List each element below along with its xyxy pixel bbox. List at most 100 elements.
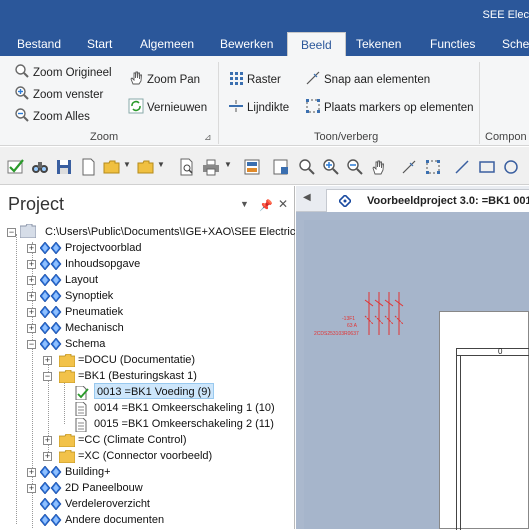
expand-toggle[interactable]: +	[43, 452, 52, 461]
line-icon[interactable]	[453, 158, 471, 176]
tab-algemeen[interactable]: Algemeen	[140, 32, 194, 56]
hand-icon[interactable]	[370, 158, 388, 176]
diamond-icon	[39, 513, 62, 529]
expand-toggle[interactable]: −	[27, 340, 36, 349]
expand-toggle[interactable]: +	[27, 484, 36, 493]
zoom-group-label: Zoom	[90, 131, 119, 143]
diamond-icon	[39, 289, 62, 305]
chevron-left-icon[interactable]: ◀	[303, 192, 311, 203]
expand-toggle[interactable]: +	[27, 260, 36, 269]
rectangle-icon[interactable]	[478, 158, 496, 176]
tree-item[interactable]: Synoptiek	[65, 288, 113, 304]
zoom-window-icon	[15, 86, 29, 100]
binoculars-icon[interactable]	[31, 158, 49, 176]
sheet-frame	[456, 348, 529, 530]
document-tab[interactable]: Voorbeeldproject 3.0: =BK1 001	[326, 189, 529, 212]
tree-item[interactable]: 0014 =BK1 Omkeerschakeling 1 (10)	[94, 400, 275, 416]
tree-item[interactable]: 0015 =BK1 Omkeerschakeling 2 (11)	[94, 416, 274, 432]
expand-toggle[interactable]: +	[27, 468, 36, 477]
snap-button[interactable]: Snap aan elementen	[305, 70, 430, 88]
dropdown-arrow-icon[interactable]: ▼	[123, 160, 131, 169]
component-label: -13F1	[342, 316, 356, 322]
tab-start[interactable]: Start	[87, 32, 112, 56]
expand-toggle[interactable]: −	[7, 228, 16, 237]
print-preview-icon[interactable]	[178, 158, 196, 176]
new-document-icon[interactable]	[79, 158, 97, 176]
expand-toggle[interactable]: +	[27, 244, 36, 253]
vernieuwen-button[interactable]: Vernieuwen	[128, 98, 207, 116]
open-folder-icon[interactable]	[137, 158, 155, 176]
tab-schema[interactable]: Schem	[502, 32, 529, 56]
check-icon[interactable]	[7, 158, 25, 176]
expand-toggle[interactable]: +	[27, 324, 36, 333]
new-page-icon[interactable]	[272, 158, 290, 176]
tree-item[interactable]: Pneumatiek	[65, 304, 123, 320]
tree-item[interactable]: Andere documenten	[65, 512, 164, 528]
ribbon-separator	[218, 62, 219, 144]
zoom-alles-label: Zoom Alles	[33, 111, 90, 123]
document-tab-title: Voorbeeldproject 3.0: =BK1 001	[367, 195, 529, 207]
pin-icon[interactable]: 📌	[259, 199, 273, 212]
tree-item[interactable]: =BK1 (Besturingskast 1)	[78, 368, 197, 384]
tree-item[interactable]: =CC (Climate Control)	[78, 432, 187, 448]
dropdown-arrow-icon[interactable]: ▼	[224, 160, 232, 169]
tree-item[interactable]: Projectvoorblad	[65, 240, 141, 256]
expand-toggle[interactable]: +	[27, 276, 36, 285]
snap-icon[interactable]	[400, 158, 418, 176]
tree-item[interactable]: Verdeleroverzicht	[65, 496, 150, 512]
dropdown-arrow-icon[interactable]: ▼	[157, 160, 165, 169]
zoom-venster-button[interactable]: Zoom venster	[14, 85, 103, 103]
tab-bewerken[interactable]: Bewerken	[220, 32, 273, 56]
tab-tekenen[interactable]: Tekenen	[356, 32, 401, 56]
plaats-markers-button[interactable]: Plaats markers op elementen	[305, 98, 474, 116]
expand-toggle[interactable]: +	[43, 356, 52, 365]
tree-root-path[interactable]: C:\Users\Public\Documents\IGE+XAO\SEE El…	[45, 224, 295, 240]
sheet-ruler	[456, 348, 529, 356]
zoom-pan-button[interactable]: Zoom Pan	[128, 70, 200, 88]
zoom-in-icon[interactable]	[322, 158, 340, 176]
printer-icon[interactable]	[202, 158, 220, 176]
open-folder-icon[interactable]	[103, 158, 121, 176]
tree-item[interactable]: 2D Paneelbouw	[65, 480, 143, 496]
raster-label: Raster	[247, 74, 281, 86]
diamond-icon	[39, 273, 62, 289]
folder-icon	[58, 369, 76, 386]
zoom-icon[interactable]	[298, 158, 316, 176]
expand-toggle[interactable]: −	[43, 372, 52, 381]
tree-item[interactable]: Layout	[65, 272, 98, 288]
diamond-icon	[39, 241, 62, 257]
drawing-canvas[interactable]: -13F1 63 A 2CDS253103R0637 0	[304, 220, 529, 530]
page-setup-icon[interactable]	[243, 158, 261, 176]
zoom-origineel-button[interactable]: Zoom Origineel	[14, 63, 112, 81]
lijndikte-button[interactable]: Lijndikte	[228, 98, 289, 116]
circle-icon[interactable]	[502, 158, 520, 176]
tree-item[interactable]: Building+	[65, 464, 111, 480]
raster-button[interactable]: Raster	[228, 70, 281, 88]
document-tab-bar: ◀ Voorbeeldproject 3.0: =BK1 001	[296, 186, 529, 212]
tree-item[interactable]: =XC (Connector voorbeeld)	[78, 448, 212, 464]
tab-functies[interactable]: Functies	[430, 32, 475, 56]
tree-item[interactable]: Mechanisch	[65, 320, 124, 336]
expand-toggle[interactable]: +	[27, 308, 36, 317]
folder-icon	[58, 353, 76, 370]
markers-icon[interactable]	[424, 158, 442, 176]
expand-toggle[interactable]: +	[27, 292, 36, 301]
tree-item[interactable]: =DOCU (Documentatie)	[78, 352, 195, 368]
folder-icon	[58, 433, 76, 450]
lijndikte-label: Lijndikte	[247, 102, 290, 114]
quick-toolbar: ▼ ▼ ▼	[0, 147, 529, 185]
zoom-origineel-label: Zoom Origineel	[33, 67, 112, 79]
diamond-icon	[39, 465, 62, 481]
tree-item[interactable]: 0013 =BK1 Voeding (9)	[94, 383, 215, 399]
expand-toggle[interactable]: +	[43, 436, 52, 445]
tree-item[interactable]: Inhoudsopgave	[65, 256, 140, 272]
zoom-alles-button[interactable]: Zoom Alles	[14, 107, 90, 125]
dialog-launcher-icon[interactable]: ⊿	[204, 132, 212, 143]
tab-beeld[interactable]: Beeld	[287, 32, 346, 56]
tree-item[interactable]: Schema	[65, 336, 105, 352]
tab-bestand[interactable]: Bestand	[17, 32, 61, 56]
chevron-down-icon[interactable]: ▼	[240, 199, 249, 209]
save-icon[interactable]	[55, 158, 73, 176]
close-icon[interactable]: ✕	[278, 197, 288, 211]
zoom-out-icon[interactable]	[346, 158, 364, 176]
